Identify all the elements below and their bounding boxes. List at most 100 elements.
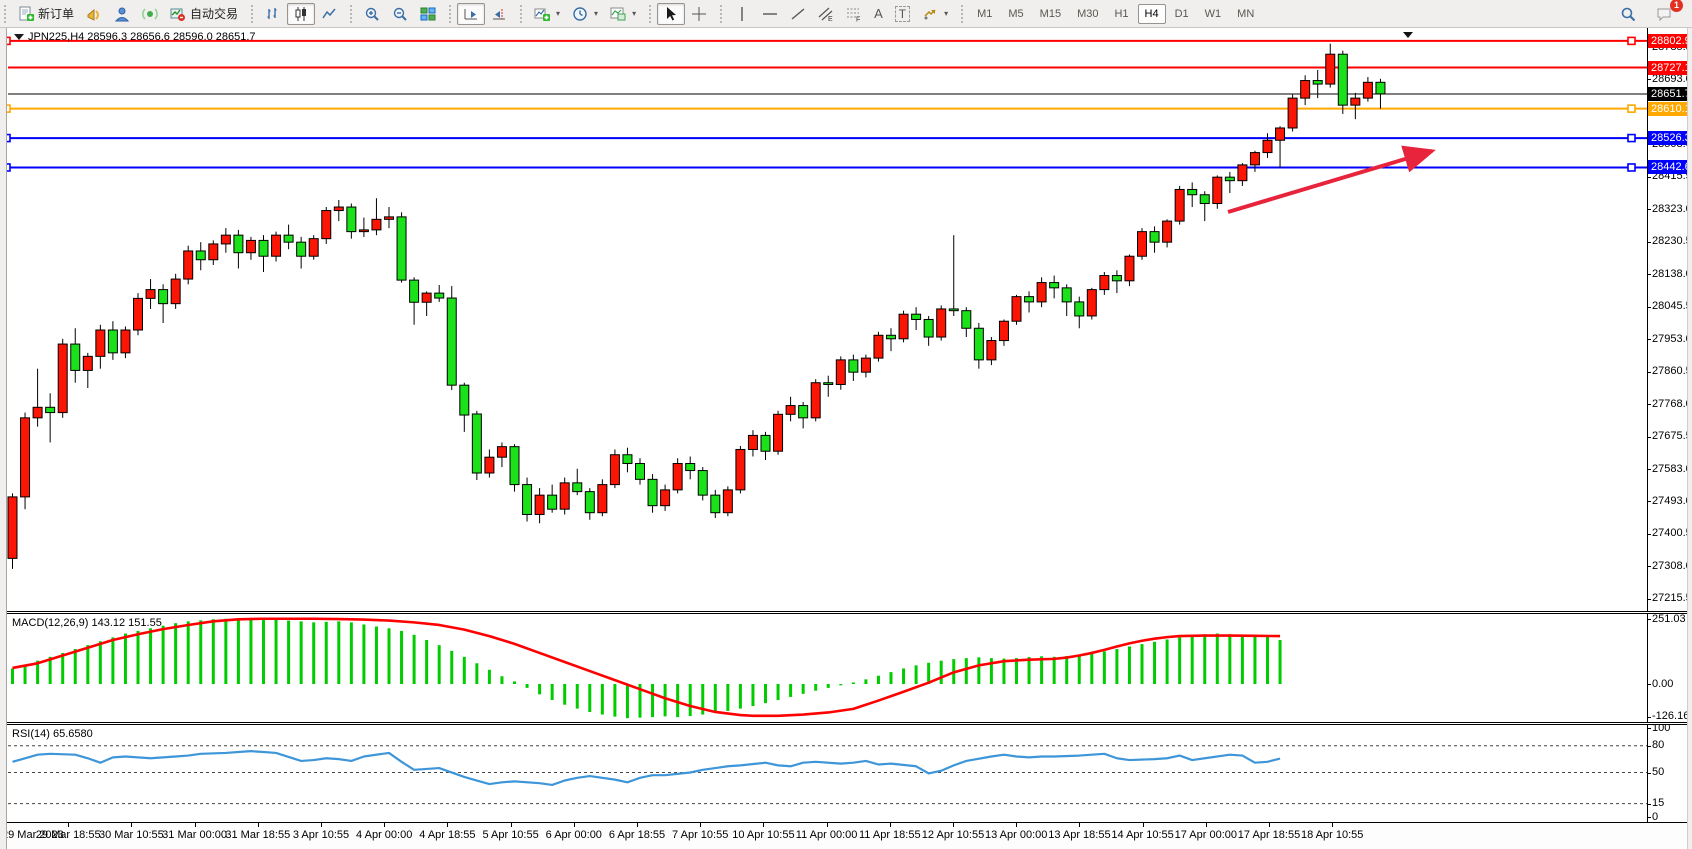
rsi-label: RSI(14) 65.6580 xyxy=(12,728,93,740)
price-tick-mark xyxy=(1647,307,1651,308)
candle xyxy=(284,225,293,250)
channel-tool-button[interactable]: E xyxy=(812,3,840,25)
time-axis-label: 4 Apr 18:55 xyxy=(419,829,475,841)
candlestick-chart-button[interactable] xyxy=(287,3,315,25)
one-click-trading-toggle[interactable] xyxy=(14,34,24,40)
price-tick-label: 27400.5 xyxy=(1652,527,1692,539)
candle xyxy=(1225,172,1234,193)
time-axis-label: 6 Apr 18:55 xyxy=(609,829,665,841)
indicators-button[interactable]: ▾ xyxy=(528,3,566,25)
toolbar-grip[interactable] xyxy=(520,5,525,23)
auto-trading-button[interactable]: 自动交易 xyxy=(164,3,244,25)
time-axis-label: 17 Apr 00:00 xyxy=(1175,829,1237,841)
candle xyxy=(33,369,42,427)
signal-icon xyxy=(142,6,158,22)
timeframe-button-M30[interactable]: M30 xyxy=(1070,4,1105,24)
candle xyxy=(159,284,168,323)
auto-scroll-icon xyxy=(463,6,479,22)
time-tick-mark xyxy=(1206,823,1207,827)
candle xyxy=(397,212,406,282)
text-tool-button[interactable]: A xyxy=(868,3,889,25)
toolbar-grip[interactable] xyxy=(961,5,966,23)
timeframe-button-H1[interactable]: H1 xyxy=(1107,4,1135,24)
candle xyxy=(1012,295,1021,325)
new-order-button[interactable]: 新订单 xyxy=(12,3,80,25)
macd-chart[interactable] xyxy=(0,614,1692,722)
line-handle[interactable] xyxy=(1628,37,1635,44)
person-icon xyxy=(114,6,130,22)
candle xyxy=(46,393,55,442)
auto-scroll-button[interactable] xyxy=(457,3,485,25)
tile-windows-button[interactable] xyxy=(414,3,442,25)
price-panel[interactable]: JPN225,H4 28596.3 28656.6 28596.0 28651.… xyxy=(0,28,1692,611)
toolbar-grip[interactable] xyxy=(449,5,454,23)
cursor-tool-button[interactable] xyxy=(657,3,685,25)
timeframe-button-MN[interactable]: MN xyxy=(1230,4,1261,24)
candle xyxy=(1351,93,1360,119)
price-tick-label: 27675.5 xyxy=(1652,430,1692,442)
candle xyxy=(1250,151,1259,172)
candle xyxy=(184,246,193,285)
community-button[interactable] xyxy=(108,3,136,25)
rsi-panel[interactable]: RSI(14) 65.6580 1008050150 xyxy=(0,725,1692,822)
macd-label: MACD(12,26,9) 143.12 151.55 xyxy=(12,617,162,629)
candle xyxy=(761,432,770,460)
line-handle[interactable] xyxy=(1628,164,1635,171)
timeframe-button-M1[interactable]: M1 xyxy=(970,4,999,24)
rsi-chart[interactable] xyxy=(0,725,1692,822)
trendline-tool-button[interactable] xyxy=(784,3,812,25)
price-tick-mark xyxy=(1647,372,1651,373)
fibonacci-icon: F xyxy=(846,6,862,22)
time-tick-mark xyxy=(700,823,701,827)
crosshair-tool-button[interactable] xyxy=(685,3,713,25)
text-label-tool-button[interactable]: T xyxy=(889,3,916,25)
candle xyxy=(221,228,230,253)
timeframe-button-M5[interactable]: M5 xyxy=(1001,4,1030,24)
chart-shift-button[interactable] xyxy=(485,3,513,25)
time-tick-mark xyxy=(1016,823,1017,827)
candle xyxy=(1163,219,1172,247)
periods-button[interactable]: ▾ xyxy=(566,3,604,25)
zoom-out-button[interactable] xyxy=(386,3,414,25)
templates-button[interactable]: ▾ xyxy=(604,3,642,25)
price-tick-mark xyxy=(1647,501,1651,502)
candle xyxy=(1200,191,1209,221)
price-tag: 28727.1 xyxy=(1648,61,1692,75)
timeframe-button-H4[interactable]: H4 xyxy=(1138,4,1166,24)
timeframe-group: M1M5M15M30H1H4D1W1MN xyxy=(957,0,1265,28)
rsi-tick-mark xyxy=(1647,804,1651,805)
fibonacci-tool-button[interactable]: F xyxy=(840,3,868,25)
notification-badge: 1 xyxy=(1670,0,1683,12)
candlestick-chart[interactable] xyxy=(0,28,1692,611)
vertical-line-tool-button[interactable] xyxy=(728,3,756,25)
line-handle[interactable] xyxy=(1628,105,1635,112)
candle xyxy=(560,478,569,515)
toolbar-grip[interactable] xyxy=(720,5,725,23)
timeframe-button-D1[interactable]: D1 xyxy=(1168,4,1196,24)
toolbar-grip[interactable] xyxy=(251,5,256,23)
toolbar-grip[interactable] xyxy=(4,5,9,23)
toolbar-grip[interactable] xyxy=(350,5,355,23)
line-handle[interactable] xyxy=(1628,135,1635,142)
zoom-out-icon xyxy=(392,6,408,22)
timeframe-button-W1[interactable]: W1 xyxy=(1198,4,1229,24)
line-chart-button[interactable] xyxy=(315,3,343,25)
candle xyxy=(1100,272,1109,295)
chart-end-marker xyxy=(1403,32,1413,38)
signals-button[interactable] xyxy=(136,3,164,25)
candle xyxy=(171,274,180,309)
bar-chart-button[interactable] xyxy=(259,3,287,25)
search-button[interactable] xyxy=(1614,3,1642,25)
candle xyxy=(962,307,971,337)
rsi-axis-line xyxy=(1647,725,1648,822)
market-depth-button[interactable] xyxy=(80,3,108,25)
arrows-tool-button[interactable]: ▾ xyxy=(916,3,954,25)
candle xyxy=(21,413,30,510)
horizontal-line-tool-button[interactable] xyxy=(756,3,784,25)
candle xyxy=(836,356,845,389)
notifications-button[interactable]: 1 xyxy=(1650,3,1678,25)
zoom-in-button[interactable] xyxy=(358,3,386,25)
macd-panel[interactable]: MACD(12,26,9) 143.12 151.55 251.030.00-1… xyxy=(0,614,1692,722)
toolbar-grip[interactable] xyxy=(649,5,654,23)
timeframe-button-M15[interactable]: M15 xyxy=(1033,4,1068,24)
